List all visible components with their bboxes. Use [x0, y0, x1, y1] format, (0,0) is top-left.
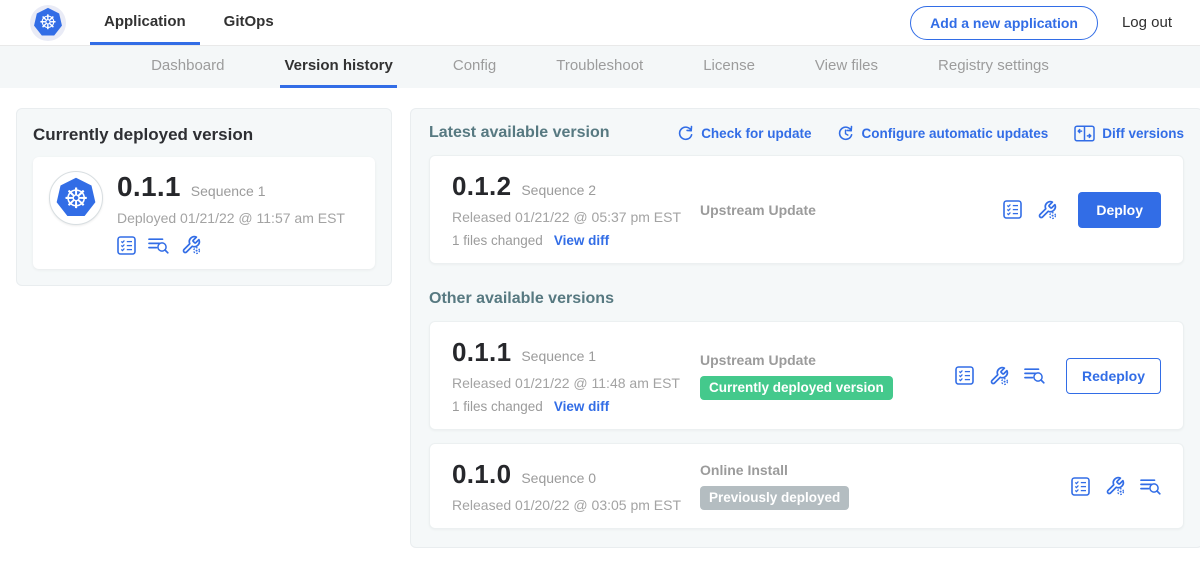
subnav-tab-troubleshoot[interactable]: Troubleshoot [552, 46, 647, 88]
configure-automatic-updates-label: Configure automatic updates [861, 126, 1048, 141]
deployed-actions [117, 235, 345, 255]
main-content: Currently deployed version ☸ 0.1.1 Seque… [0, 88, 1200, 548]
version-actions: Check for update Configure automatic upd… [677, 125, 1184, 142]
subnav-tab-label: Troubleshoot [556, 57, 643, 74]
subnav-tab-label: License [703, 57, 755, 74]
configure-automatic-updates-link[interactable]: Configure automatic updates [837, 125, 1048, 142]
version-source: Online Install Previously deployed [700, 462, 955, 510]
sequence-label: Sequence 0 [521, 470, 596, 486]
add-application-button[interactable]: Add a new application [910, 6, 1098, 40]
tab-application[interactable]: Application [90, 0, 200, 45]
version-row-0-1-2: 0.1.2 Sequence 2 Released 01/21/22 @ 05:… [429, 155, 1184, 264]
version-row-0-1-1: 0.1.1 Sequence 1 Released 01/21/22 @ 11:… [429, 321, 1184, 430]
edit-config-wrench-icon[interactable] [989, 366, 1009, 386]
version-row-actions [1071, 476, 1161, 496]
kubernetes-logo-icon: ☸ [33, 7, 64, 38]
currently-deployed-badge: Currently deployed version [700, 376, 893, 400]
deploy-logs-icon[interactable] [1024, 366, 1045, 385]
version-info: 0.1.1 Sequence 1 Released 01/21/22 @ 11:… [452, 337, 700, 414]
latest-version-title: Latest available version [429, 124, 610, 142]
preflight-checks-icon[interactable] [1003, 200, 1022, 219]
tab-gitops[interactable]: GitOps [210, 0, 288, 45]
sequence-label: Sequence 1 [521, 348, 596, 364]
check-for-update-label: Check for update [701, 126, 811, 141]
app-subnav: Dashboard Version history Config Trouble… [0, 46, 1200, 88]
deployed-version-details: 0.1.1 Sequence 1 Deployed 01/21/22 @ 11:… [117, 171, 345, 255]
subnav-tab-label: Registry settings [938, 57, 1049, 74]
released-date: Released 01/21/22 @ 05:37 pm EST [452, 209, 700, 225]
version-history-panel: Latest available version Check for updat… [410, 108, 1200, 548]
header-right: Add a new application Log out [910, 6, 1172, 40]
diff-icon [1074, 125, 1095, 142]
header-tabs: Application GitOps [90, 0, 298, 45]
preflight-checks-icon[interactable] [117, 236, 136, 255]
released-date: Released 01/21/22 @ 11:48 am EST [452, 375, 700, 391]
subnav-tab-label: View files [815, 57, 878, 74]
deployed-sequence-label: Sequence 1 [191, 183, 266, 199]
deployed-version-number: 0.1.1 [117, 171, 181, 203]
released-date: Released 01/20/22 @ 03:05 pm EST [452, 497, 700, 513]
other-versions-title: Other available versions [429, 290, 1184, 308]
version-info: 0.1.0 Sequence 0 Released 01/20/22 @ 03:… [452, 459, 700, 513]
version-info: 0.1.2 Sequence 2 Released 01/21/22 @ 05:… [452, 171, 700, 248]
subnav-tab-version-history[interactable]: Version history [280, 46, 396, 88]
currently-deployed-title: Currently deployed version [33, 125, 375, 145]
version-row-actions: Redeploy [955, 358, 1161, 394]
version-row-0-1-0: 0.1.0 Sequence 0 Released 01/20/22 @ 03:… [429, 443, 1184, 529]
version-source: Upstream Update [700, 202, 955, 218]
edit-config-wrench-icon[interactable] [181, 235, 201, 255]
check-for-update-link[interactable]: Check for update [677, 125, 811, 142]
source-label: Upstream Update [700, 352, 955, 368]
preflight-checks-icon[interactable] [1071, 477, 1090, 496]
logout-link[interactable]: Log out [1122, 14, 1172, 31]
view-diff-link[interactable]: View diff [554, 233, 609, 248]
clock-refresh-icon [837, 125, 854, 142]
kubernetes-app-icon: ☸ [55, 177, 98, 220]
app-header: ☸ Application GitOps Add a new applicati… [0, 0, 1200, 46]
source-label: Upstream Update [700, 202, 955, 218]
version-number: 0.1.0 [452, 459, 511, 490]
redeploy-button[interactable]: Redeploy [1066, 358, 1161, 394]
version-number: 0.1.2 [452, 171, 511, 202]
source-label: Online Install [700, 462, 955, 478]
files-changed-label: 1 files changed [452, 399, 543, 414]
subnav-tab-dashboard[interactable]: Dashboard [147, 46, 228, 88]
app-logo[interactable]: ☸ [30, 5, 66, 41]
version-source: Upstream Update Currently deployed versi… [700, 352, 955, 400]
diff-versions-label: Diff versions [1102, 126, 1184, 141]
preflight-checks-icon[interactable] [955, 366, 974, 385]
subnav-tab-label: Config [453, 57, 496, 74]
tab-application-label: Application [104, 13, 186, 30]
deploy-button[interactable]: Deploy [1078, 192, 1161, 228]
version-number: 0.1.1 [452, 337, 511, 368]
app-icon-ring: ☸ [49, 171, 103, 225]
deploy-logs-icon[interactable] [148, 236, 169, 255]
sequence-label: Sequence 2 [521, 182, 596, 198]
deployed-date: Deployed 01/21/22 @ 11:57 am EST [117, 210, 345, 226]
tab-gitops-label: GitOps [224, 13, 274, 30]
edit-config-wrench-icon[interactable] [1105, 476, 1125, 496]
subnav-tab-config[interactable]: Config [449, 46, 500, 88]
deployed-version-card: ☸ 0.1.1 Sequence 1 Deployed 01/21/22 @ 1… [33, 157, 375, 269]
previously-deployed-badge: Previously deployed [700, 486, 849, 510]
subnav-tab-license[interactable]: License [699, 46, 759, 88]
subnav-tab-view-files[interactable]: View files [811, 46, 882, 88]
subnav-tab-registry-settings[interactable]: Registry settings [934, 46, 1053, 88]
deploy-logs-icon[interactable] [1140, 477, 1161, 496]
subnav-tab-label: Version history [284, 57, 392, 74]
version-row-actions: Deploy [1003, 192, 1161, 228]
edit-config-wrench-icon[interactable] [1037, 200, 1057, 220]
view-diff-link[interactable]: View diff [554, 399, 609, 414]
latest-version-header: Latest available version Check for updat… [429, 124, 1184, 142]
currently-deployed-panel: Currently deployed version ☸ 0.1.1 Seque… [16, 108, 392, 286]
subnav-tab-label: Dashboard [151, 57, 224, 74]
diff-versions-link[interactable]: Diff versions [1074, 125, 1184, 142]
files-changed-label: 1 files changed [452, 233, 543, 248]
refresh-icon [677, 125, 694, 142]
